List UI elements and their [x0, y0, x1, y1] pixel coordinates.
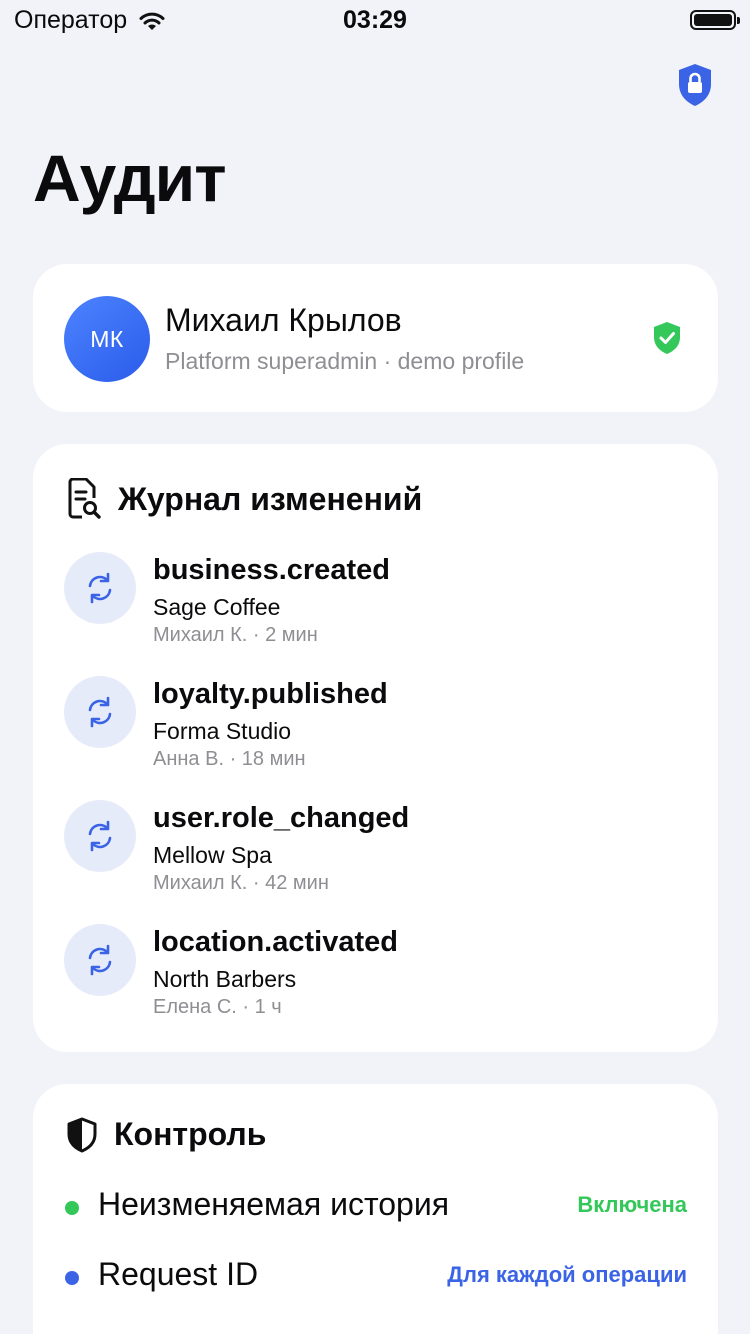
control-label: Неизменяемая история — [98, 1186, 450, 1222]
verified-shield-icon — [654, 322, 680, 354]
log-entity: Sage Coffee — [153, 594, 281, 620]
sync-icon — [64, 924, 136, 996]
profile-subtitle: Platform superadmin · demo profile — [165, 348, 525, 374]
control-label: Request ID — [98, 1256, 259, 1292]
log-meta: Елена С. · 1 ч — [153, 996, 282, 1018]
control-card: Контроль Неизменяемая история Включена R… — [33, 1084, 718, 1334]
clock: 03:29 — [343, 6, 407, 34]
document-search-icon — [68, 478, 101, 519]
battery-cap — [737, 17, 740, 24]
control-row-request-id[interactable]: Request ID Для каждой операции — [65, 1256, 687, 1296]
log-meta: Анна В. · 18 мин — [153, 748, 306, 770]
log-event: user.role_changed — [153, 802, 410, 834]
sync-icon — [64, 800, 136, 872]
change-log-header: Журнал изменений — [66, 478, 422, 520]
log-item[interactable]: business.created Sage Coffee Михаил К. ·… — [64, 552, 684, 662]
status-bar: Оператор 03:29 — [0, 0, 750, 42]
control-value: Включена — [577, 1192, 687, 1217]
page-title: Аудит — [33, 141, 227, 215]
control-header: Контроль — [66, 1116, 266, 1153]
change-log-title: Журнал изменений — [118, 480, 423, 517]
change-log-card: Журнал изменений business.created Sage C… — [33, 444, 718, 1052]
shield-icon — [67, 1117, 97, 1152]
battery-icon — [690, 10, 740, 30]
log-meta: Михаил К. · 2 мин — [153, 624, 318, 646]
status-dot — [65, 1201, 79, 1215]
sync-icon — [64, 552, 136, 624]
log-item[interactable]: location.activated North Barbers Елена С… — [64, 924, 684, 1034]
log-item[interactable]: user.role_changed Mellow Spa Михаил К. ·… — [64, 800, 684, 910]
log-entity: North Barbers — [153, 966, 297, 992]
profile-card[interactable]: МК Михаил Крылов Platform superadmin · d… — [33, 264, 718, 412]
sync-icon — [64, 676, 136, 748]
log-event: business.created — [153, 554, 390, 586]
control-row-immutable-history[interactable]: Неизменяемая история Включена — [65, 1186, 687, 1226]
lock-shield-icon[interactable] — [676, 62, 714, 108]
log-meta: Михаил К. · 42 мин — [153, 872, 329, 894]
profile-name: Михаил Крылов — [165, 302, 402, 338]
log-entity: Mellow Spa — [153, 842, 272, 868]
status-dot — [65, 1271, 79, 1285]
control-title: Контроль — [114, 1116, 267, 1152]
log-entity: Forma Studio — [153, 718, 292, 744]
log-event: location.activated — [153, 926, 398, 958]
control-value: Для каждой операции — [447, 1262, 687, 1287]
avatar: МК — [64, 296, 150, 382]
log-item[interactable]: loyalty.published Forma Studio Анна В. ·… — [64, 676, 684, 786]
log-event: loyalty.published — [153, 678, 388, 710]
battery-level — [694, 14, 732, 26]
audit-screen: Оператор 03:29 Аудит МК Михаил Крылов Pl… — [0, 0, 750, 1334]
